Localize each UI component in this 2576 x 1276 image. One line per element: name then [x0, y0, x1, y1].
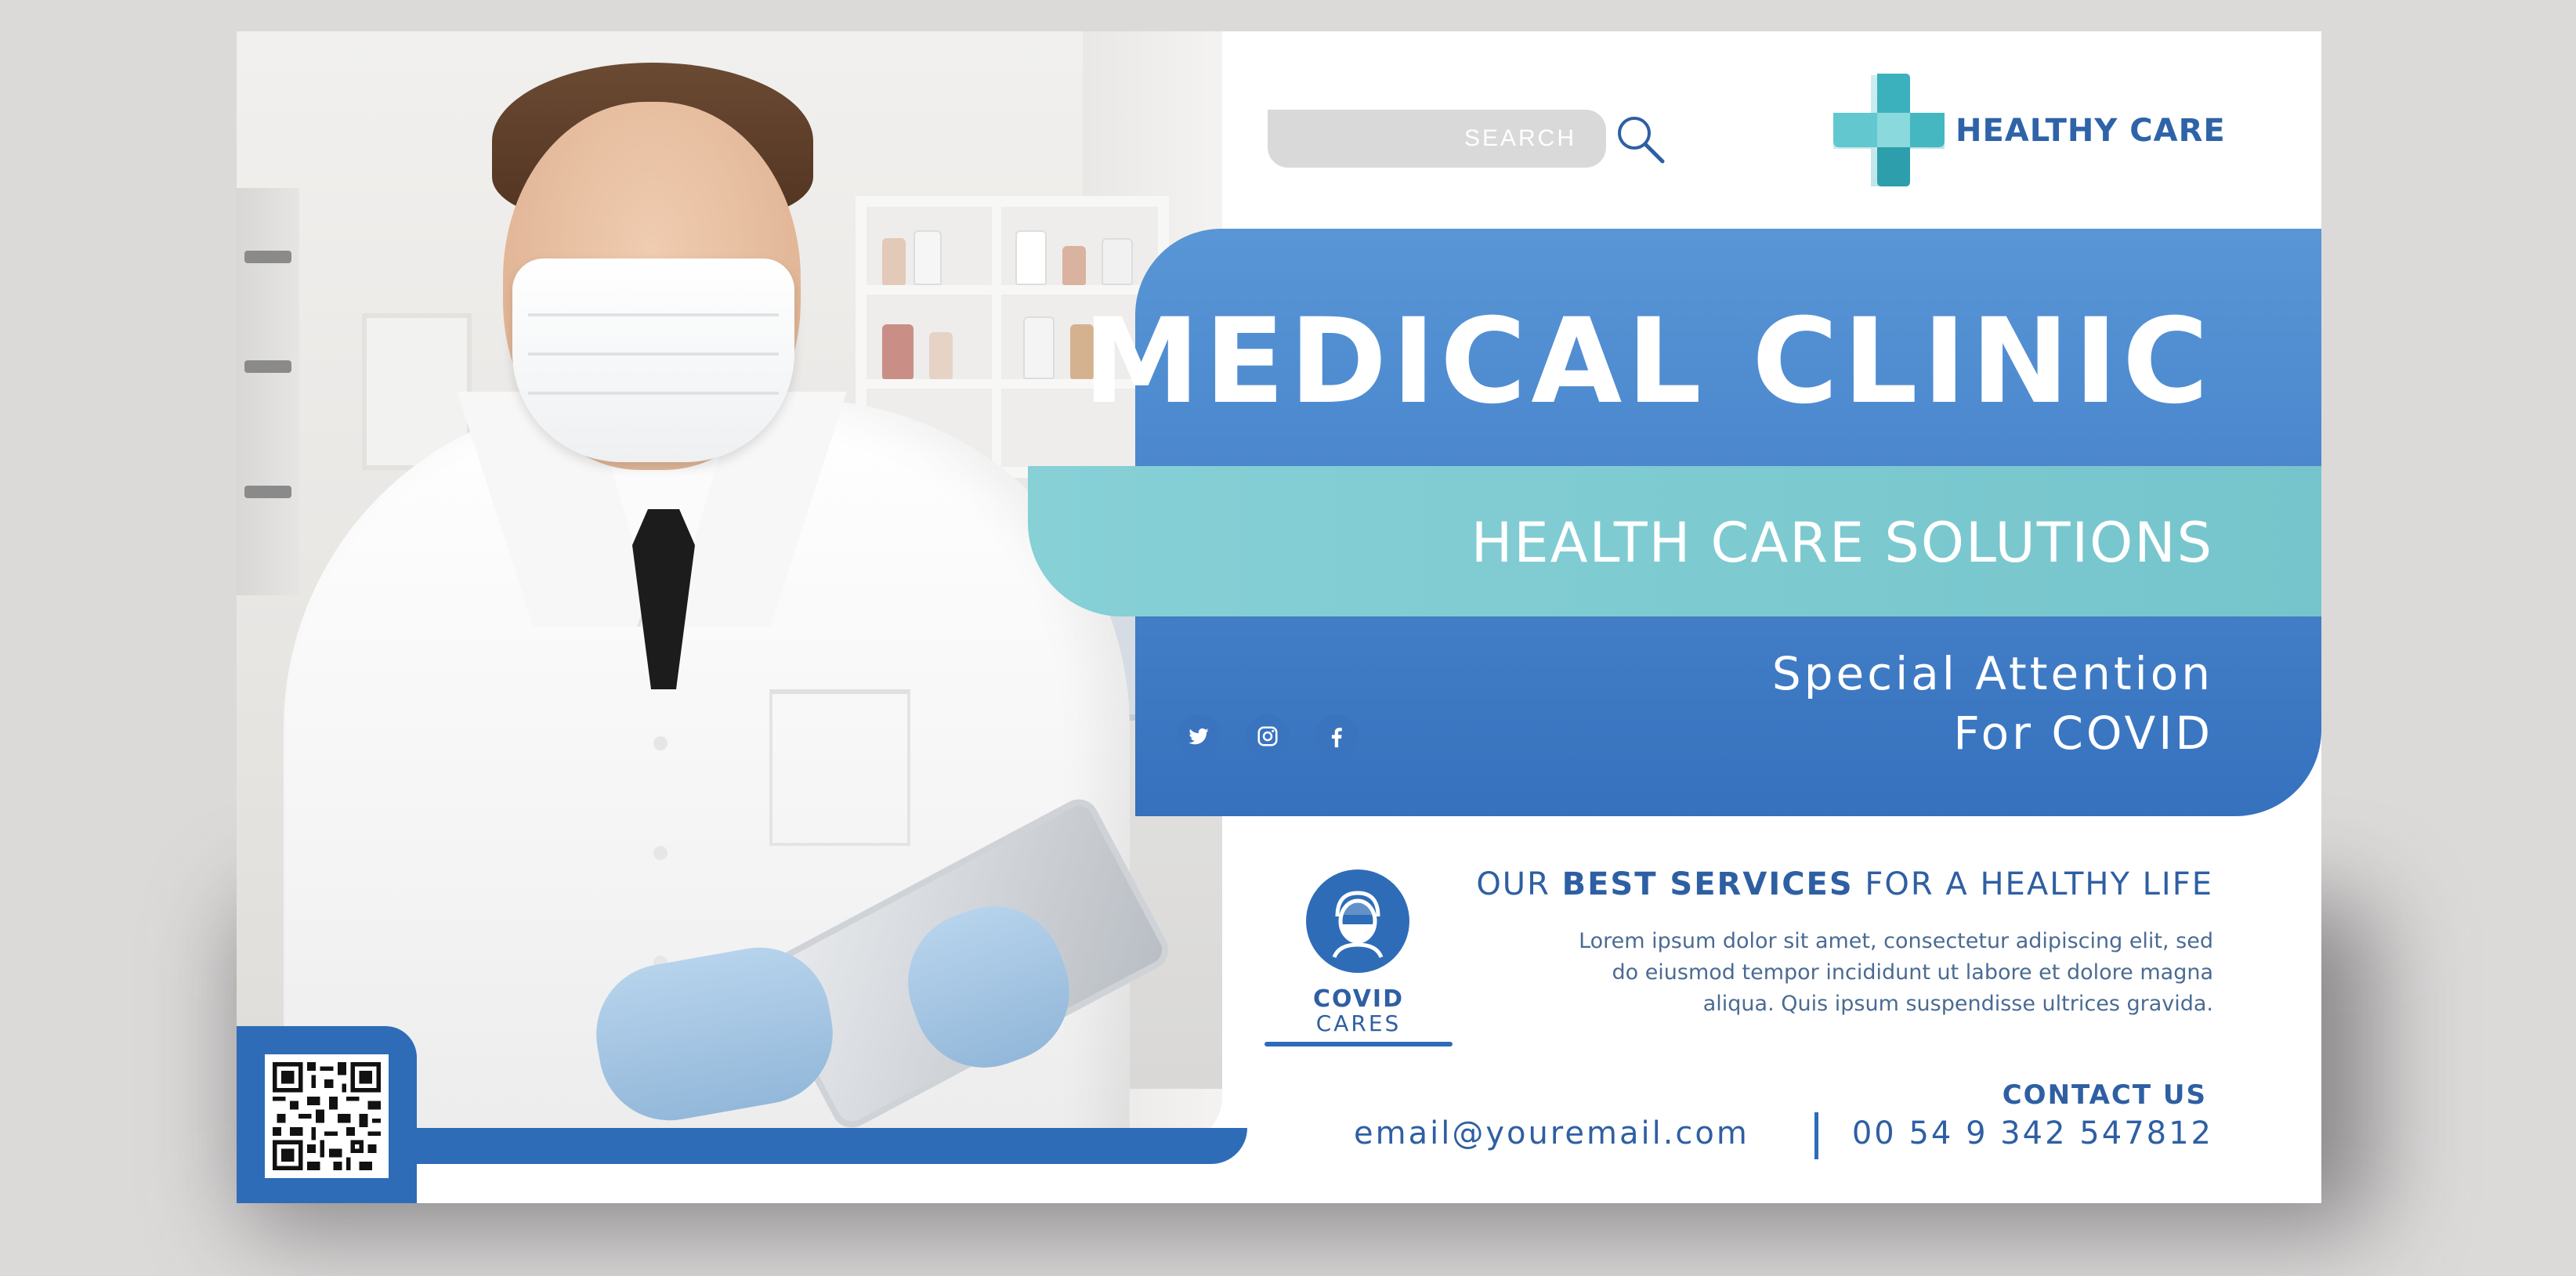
- search-input[interactable]: SEARCH: [1268, 110, 1606, 168]
- bottom-accent-bar: [409, 1128, 1247, 1164]
- tagline-line-1: Special Attention: [1771, 647, 2213, 700]
- brand-name: HEALTHY CARE: [1956, 113, 2226, 149]
- services-heading: OUR BEST SERVICES FOR A HEALTHY LIFE: [1476, 866, 2213, 902]
- flyer-card: SEARCH HEALTHY CARE MEDICAL CLINIC HEALT…: [237, 31, 2321, 1203]
- face-mask: [512, 258, 794, 462]
- instagram-icon[interactable]: [1246, 714, 1290, 758]
- services-description: Lorem ipsum dolor sit amet, consectetur …: [1579, 929, 2213, 1016]
- facebook-icon[interactable]: [1315, 714, 1359, 758]
- phone-number[interactable]: 00 54 9 342 547812: [1852, 1115, 2213, 1151]
- tagline: Special Attention For COVID: [1772, 644, 2213, 763]
- contact-label: CONTACT US: [2002, 1079, 2207, 1111]
- email-link[interactable]: email@youremail.com: [1354, 1115, 1749, 1151]
- coat-pocket: [769, 689, 910, 846]
- search-placeholder: SEARCH: [1463, 125, 1576, 151]
- tagline-line-2: For COVID: [1953, 707, 2213, 760]
- twitter-icon[interactable]: [1177, 714, 1221, 758]
- covid-title: COVID: [1313, 985, 1404, 1013]
- masked-person-icon: [1306, 869, 1409, 973]
- qr-code-icon[interactable]: [265, 1054, 389, 1178]
- left-cabinet: [237, 188, 299, 595]
- medical-cross-icon: [1830, 72, 1948, 190]
- page-subtitle: HEALTH CARE SOLUTIONS: [1471, 511, 2213, 575]
- qr-panel: [237, 1026, 417, 1203]
- search-icon[interactable]: [1614, 113, 1669, 168]
- covid-subtitle: CARES: [1315, 1010, 1402, 1036]
- page-title: MEDICAL CLINIC: [1083, 294, 2213, 430]
- covid-underline: [1264, 1042, 1453, 1046]
- contact-divider: [1814, 1112, 1818, 1159]
